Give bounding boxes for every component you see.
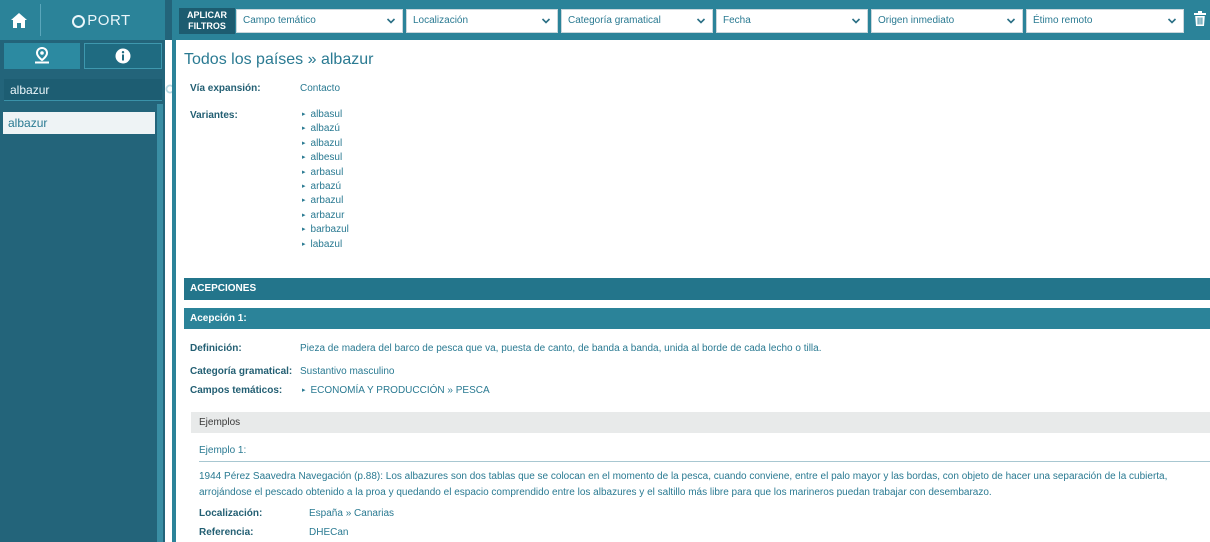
chevron-down-icon [1006, 18, 1016, 24]
app-logo[interactable]: PORT [40, 4, 162, 36]
tab-info[interactable] [84, 43, 162, 69]
apply-filters-label-1: APLICAR [187, 10, 227, 20]
logo-icon [72, 14, 86, 28]
definicion-label: Definición: [190, 343, 242, 354]
localizacion-value: España » Canarias [309, 508, 395, 519]
filter-bar: APLICAR FILTROS Campo temático Localizac… [165, 0, 1210, 40]
via-label: Vía expansión: [190, 83, 261, 94]
variant-item: albasul [302, 108, 349, 122]
search-input[interactable] [4, 78, 165, 101]
campos-value[interactable]: ECONOMÍA Y PRODUCCIÓN » PESCA [302, 385, 490, 396]
variant-item: arbazú [302, 180, 349, 194]
filter-label: Étimo remoto [1033, 15, 1093, 26]
apply-filters-button[interactable]: APLICAR FILTROS [179, 8, 235, 34]
variants-list: albasul albazú albazul albesul arbasul a… [302, 108, 349, 252]
sidebar-scrollbar[interactable] [157, 104, 163, 542]
filter-campo-tematico[interactable]: Campo temático [236, 9, 403, 33]
home-button[interactable] [4, 4, 34, 36]
variant-item: arbazur [302, 209, 349, 223]
sidebar-tabs [4, 43, 162, 69]
filter-categoria-gramatical[interactable]: Categoría gramatical [561, 9, 713, 33]
filter-origen-inmediato[interactable]: Origen inmediato [871, 9, 1023, 33]
filter-label: Categoría gramatical [568, 15, 661, 26]
chevron-down-icon [1167, 18, 1177, 24]
filter-localizacion[interactable]: Localización [406, 9, 558, 33]
variant-item: labazul [302, 238, 349, 252]
variants-label: Variantes: [190, 110, 238, 121]
logo-text: PORT [87, 11, 131, 29]
acepcion-1-header[interactable]: Acepción 1: [184, 308, 1210, 329]
acepciones-header[interactable]: ACEPCIONES [184, 278, 1210, 300]
via-value: Contacto [300, 83, 341, 94]
divider [199, 461, 1210, 462]
campos-label: Campos temáticos: [190, 385, 283, 396]
variant-item: arbasul [302, 166, 349, 180]
filter-fecha[interactable]: Fecha [716, 9, 868, 33]
variant-item: albesul [302, 151, 349, 165]
definicion-value: Pieza de madera del barco de pesca que v… [300, 343, 822, 354]
chevron-down-icon [386, 18, 396, 24]
tab-map[interactable] [4, 43, 80, 69]
referencia-label: Referencia: [199, 527, 254, 538]
filter-label: Campo temático [243, 15, 316, 26]
ejemplo-text: 1944 Pérez Saavedra Navegación (p.88): L… [199, 471, 1168, 498]
sidebar-header: PORT [0, 0, 165, 40]
map-pin-icon [35, 47, 49, 64]
categoria-value: Sustantivo masculino [300, 366, 395, 377]
variant-item: arbazul [302, 194, 349, 208]
variant-item: albazul [302, 137, 349, 151]
chevron-down-icon [541, 18, 551, 24]
filter-label: Origen inmediato [878, 15, 955, 26]
categoria-label: Categoría gramatical: [190, 366, 293, 377]
referencia-value: DHECan [309, 527, 349, 538]
filter-label: Localización [413, 15, 469, 26]
ejemplos-header[interactable]: Ejemplos [191, 412, 1210, 433]
variant-item: barbazul [302, 223, 349, 237]
chevron-down-icon [851, 18, 861, 24]
variant-item: albazú [302, 122, 349, 136]
info-icon [115, 48, 131, 64]
trash-icon [1194, 11, 1206, 26]
filter-etimo-remoto[interactable]: Étimo remoto [1026, 9, 1184, 33]
clear-filters-button[interactable] [1192, 11, 1208, 31]
result-item[interactable]: albazur [3, 112, 155, 134]
apply-filters-label-2: FILTROS [188, 21, 226, 31]
localizacion-label: Localización: [199, 508, 263, 519]
entry-panel: Todos los países » albazur Vía expansión… [172, 40, 1210, 542]
search-box [4, 78, 191, 101]
page-title: Todos los países » albazur [184, 51, 374, 68]
home-icon [11, 12, 27, 28]
filter-label: Fecha [723, 15, 751, 26]
ejemplo-1-title: Ejemplo 1: [199, 445, 247, 456]
sidebar: PORT albazur albazur [0, 0, 191, 542]
chevron-down-icon [696, 18, 706, 24]
